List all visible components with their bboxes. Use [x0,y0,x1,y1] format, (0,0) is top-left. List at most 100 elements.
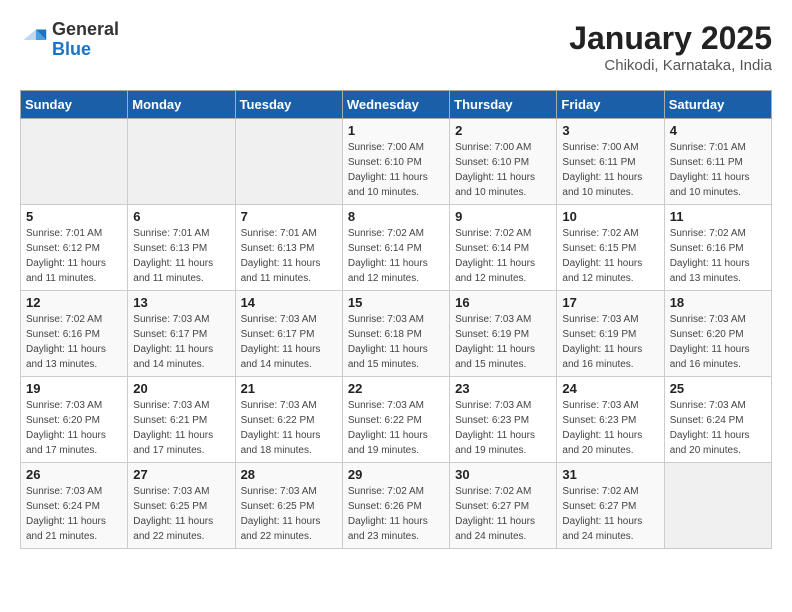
day-number: 5 [26,209,122,224]
calendar-week-row: 12 Sunrise: 7:02 AM Sunset: 6:16 PM Dayli… [21,291,772,377]
day-number: 31 [562,467,658,482]
calendar-cell: 2 Sunrise: 7:00 AM Sunset: 6:10 PM Daylig… [450,119,557,205]
calendar-week-row: 1 Sunrise: 7:00 AM Sunset: 6:10 PM Daylig… [21,119,772,205]
day-number: 29 [348,467,444,482]
day-info: Sunrise: 7:03 AM Sunset: 6:24 PM Dayligh… [670,398,766,458]
calendar-cell: 21 Sunrise: 7:03 AM Sunset: 6:22 PM Dayli… [235,377,342,463]
day-info: Sunrise: 7:03 AM Sunset: 6:22 PM Dayligh… [241,398,337,458]
calendar-cell: 13Sunrise: 7:03 AM Sunset: 6:17 PM Dayli… [128,291,235,377]
day-info: Sunrise: 7:00 AM Sunset: 6:10 PM Dayligh… [455,140,551,200]
day-info: Sunrise: 7:02 AM Sunset: 6:15 PM Dayligh… [562,226,658,286]
day-info: Sunrise: 7:03 AM Sunset: 6:24 PM Dayligh… [26,484,122,544]
day-number: 4 [670,123,766,138]
day-number: 2 [455,123,551,138]
logo: General Blue [20,20,119,60]
day-info: Sunrise: 7:02 AM Sunset: 6:14 PM Dayligh… [455,226,551,286]
day-number: 16 [455,295,551,310]
day-info: Sunrise: 7:02 AM Sunset: 6:14 PM Dayligh… [348,226,444,286]
calendar-cell: 28 Sunrise: 7:03 AM Sunset: 6:25 PM Dayli… [235,463,342,549]
day-number: 21 [241,381,337,396]
day-info: Sunrise: 7:03 AM Sunset: 6:25 PM Dayligh… [241,484,337,544]
calendar-cell [21,119,128,205]
day-number: 19 [26,381,122,396]
logo-blue: Blue [52,39,91,59]
calendar-week-row: 26 Sunrise: 7:03 AM Sunset: 6:24 PM Dayli… [21,463,772,549]
day-number: 11 [670,209,766,224]
location-subtitle: Chikodi, Karnataka, India [569,57,772,74]
day-info: Sunrise: 7:01 AM Sunset: 6:12 PM Dayligh… [26,226,122,286]
day-info: Sunrise: 7:00 AM Sunset: 6:11 PM Dayligh… [562,140,658,200]
calendar-cell: 14 Sunrise: 7:03 AM Sunset: 6:17 PM Dayli… [235,291,342,377]
calendar-cell: 4 Sunrise: 7:01 AM Sunset: 6:11 PM Daylig… [664,119,771,205]
day-number: 30 [455,467,551,482]
calendar-cell: 26 Sunrise: 7:03 AM Sunset: 6:24 PM Dayli… [21,463,128,549]
day-number: 1 [348,123,444,138]
day-info: Sunrise: 7:03 AM Sunset: 6:23 PM Dayligh… [562,398,658,458]
day-number: 26 [26,467,122,482]
day-info: Sunrise: 7:01 AM Sunset: 6:13 PM Dayligh… [133,226,229,286]
day-info: Sunrise: 7:02 AM Sunset: 6:26 PM Dayligh… [348,484,444,544]
day-number: 9 [455,209,551,224]
day-info: Sunrise: 7:03 AM Sunset: 6:25 PM Dayligh… [133,484,229,544]
calendar-cell: 1Sunrise: 7:00 AM Sunset: 6:10 PM Daylig… [342,119,449,205]
calendar-cell: 27 Sunrise: 7:03 AM Sunset: 6:25 PM Dayli… [128,463,235,549]
day-number: 17 [562,295,658,310]
day-info: Sunrise: 7:03 AM Sunset: 6:17 PM Dayligh… [241,312,337,372]
day-number: 20 [133,381,229,396]
calendar-cell [235,119,342,205]
day-number: 13 [133,295,229,310]
day-number: 14 [241,295,337,310]
logo-icon [20,26,48,54]
calendar-cell: 24Sunrise: 7:03 AM Sunset: 6:23 PM Dayli… [557,377,664,463]
day-of-week-header: Thursday [450,91,557,119]
calendar-cell: 10 Sunrise: 7:02 AM Sunset: 6:15 PM Dayli… [557,205,664,291]
calendar-table: SundayMondayTuesdayWednesdayThursdayFrid… [20,90,772,549]
day-number: 12 [26,295,122,310]
calendar-cell: 19 Sunrise: 7:03 AM Sunset: 6:20 PM Dayli… [21,377,128,463]
day-of-week-header: Tuesday [235,91,342,119]
calendar-cell: 11Sunrise: 7:02 AM Sunset: 6:16 PM Dayli… [664,205,771,291]
day-info: Sunrise: 7:03 AM Sunset: 6:20 PM Dayligh… [670,312,766,372]
calendar-cell: 5 Sunrise: 7:01 AM Sunset: 6:12 PM Daylig… [21,205,128,291]
day-number: 28 [241,467,337,482]
day-info: Sunrise: 7:01 AM Sunset: 6:13 PM Dayligh… [241,226,337,286]
day-number: 23 [455,381,551,396]
calendar-cell: 25 Sunrise: 7:03 AM Sunset: 6:24 PM Dayli… [664,377,771,463]
calendar-cell: 9 Sunrise: 7:02 AM Sunset: 6:14 PM Daylig… [450,205,557,291]
day-number: 8 [348,209,444,224]
day-number: 27 [133,467,229,482]
calendar-cell: 29 Sunrise: 7:02 AM Sunset: 6:26 PM Dayli… [342,463,449,549]
calendar-week-row: 5 Sunrise: 7:01 AM Sunset: 6:12 PM Daylig… [21,205,772,291]
calendar-cell: 23 Sunrise: 7:03 AM Sunset: 6:23 PM Dayli… [450,377,557,463]
logo-general: General [52,19,119,39]
day-info: Sunrise: 7:03 AM Sunset: 6:20 PM Dayligh… [26,398,122,458]
day-number: 25 [670,381,766,396]
day-info: Sunrise: 7:02 AM Sunset: 6:16 PM Dayligh… [26,312,122,372]
calendar-cell: 20 Sunrise: 7:03 AM Sunset: 6:21 PM Dayli… [128,377,235,463]
calendar-cell: 3Sunrise: 7:00 AM Sunset: 6:11 PM Daylig… [557,119,664,205]
day-info: Sunrise: 7:03 AM Sunset: 6:23 PM Dayligh… [455,398,551,458]
calendar-cell: 17Sunrise: 7:03 AM Sunset: 6:19 PM Dayli… [557,291,664,377]
calendar-cell [664,463,771,549]
day-number: 6 [133,209,229,224]
day-info: Sunrise: 7:03 AM Sunset: 6:18 PM Dayligh… [348,312,444,372]
day-info: Sunrise: 7:01 AM Sunset: 6:11 PM Dayligh… [670,140,766,200]
calendar-cell: 16 Sunrise: 7:03 AM Sunset: 6:19 PM Dayli… [450,291,557,377]
calendar-cell: 15Sunrise: 7:03 AM Sunset: 6:18 PM Dayli… [342,291,449,377]
day-of-week-header: Saturday [664,91,771,119]
calendar-cell: 8 Sunrise: 7:02 AM Sunset: 6:14 PM Daylig… [342,205,449,291]
day-info: Sunrise: 7:03 AM Sunset: 6:19 PM Dayligh… [455,312,551,372]
title-block: January 2025 Chikodi, Karnataka, India [569,20,772,74]
day-of-week-header: Wednesday [342,91,449,119]
logo-text: General Blue [52,20,119,60]
day-number: 10 [562,209,658,224]
day-number: 18 [670,295,766,310]
calendar-header-row: SundayMondayTuesdayWednesdayThursdayFrid… [21,91,772,119]
calendar-cell: 12 Sunrise: 7:02 AM Sunset: 6:16 PM Dayli… [21,291,128,377]
calendar-cell: 31 Sunrise: 7:02 AM Sunset: 6:27 PM Dayli… [557,463,664,549]
day-info: Sunrise: 7:03 AM Sunset: 6:21 PM Dayligh… [133,398,229,458]
calendar-cell: 30Sunrise: 7:02 AM Sunset: 6:27 PM Dayli… [450,463,557,549]
calendar-body: 1 Sunrise: 7:00 AM Sunset: 6:10 PM Daylig… [21,119,772,549]
day-info: Sunrise: 7:02 AM Sunset: 6:27 PM Dayligh… [562,484,658,544]
day-of-week-header: Monday [128,91,235,119]
